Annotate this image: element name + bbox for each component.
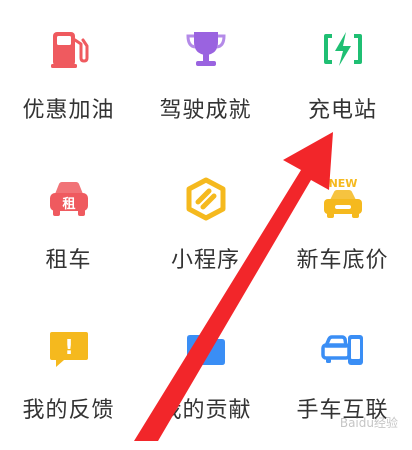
grid-item-label: 我的反馈 <box>22 398 115 423</box>
grid-item-feedback[interactable]: ! 我的反馈 <box>0 300 137 450</box>
grid-item-contribution[interactable]: 我的贡献 <box>137 300 274 450</box>
feedback-badge-text: ! <box>64 335 73 359</box>
folder-icon <box>186 335 225 365</box>
rental-car-icon: 租 <box>49 182 88 216</box>
feature-grid: 优惠加油 驾驶成就 充电站 租 租车 小程序 NEW 新车底价 ! 我的反馈 我… <box>0 0 412 441</box>
grid-item-label: 小程序 <box>170 248 240 273</box>
grid-item-fuel[interactable]: 优惠加油 <box>0 0 137 150</box>
grid-item-label: 优惠加油 <box>22 98 115 123</box>
feedback-icon: ! <box>49 332 88 367</box>
watermark: Baidu经验 <box>339 416 398 430</box>
grid-item-car-rental[interactable]: 租 租车 <box>0 150 137 300</box>
grid-item-label: 驾驶成就 <box>159 98 252 123</box>
grid-item-new-car-price[interactable]: NEW 新车底价 <box>274 150 411 300</box>
fuel-pump-icon <box>50 32 88 68</box>
new-car-icon: NEW <box>323 177 362 218</box>
grid-item-label: 我的贡献 <box>159 398 252 423</box>
new-badge-text: NEW <box>328 177 357 190</box>
phone-car-link-icon <box>320 335 363 365</box>
grid-item-label: 租车 <box>45 248 92 273</box>
grid-item-charging-station[interactable]: 充电站 <box>274 0 411 150</box>
grid-item-label: 新车底价 <box>296 248 389 273</box>
mini-program-icon <box>186 177 225 221</box>
grid-item-label: 充电站 <box>307 98 377 123</box>
charging-bolt-icon <box>323 32 362 66</box>
grid-item-mini-program[interactable]: 小程序 <box>137 150 274 300</box>
grid-item-driving-achievement[interactable]: 驾驶成就 <box>137 0 274 150</box>
car-rental-badge-text: 租 <box>62 197 75 212</box>
trophy-icon <box>185 32 226 66</box>
